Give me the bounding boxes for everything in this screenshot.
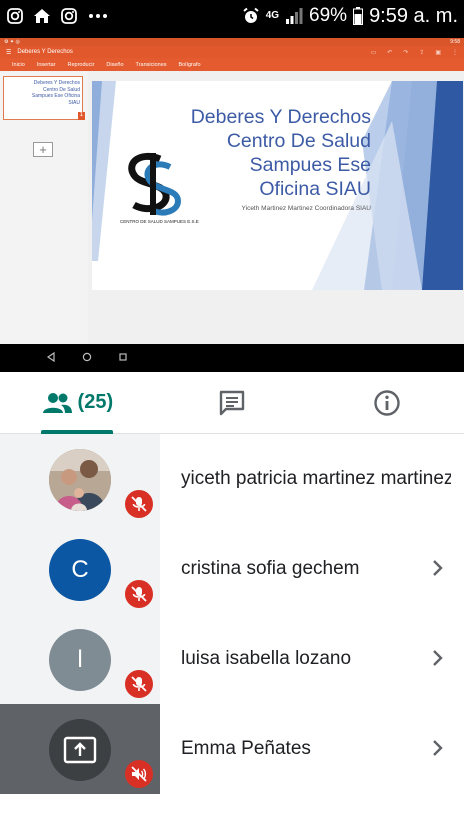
alarm-icon <box>242 7 260 25</box>
slide-title: Deberes Y Derechos Centro De Salud Sampu… <box>191 105 371 201</box>
more-icon <box>87 7 109 25</box>
menu-transiciones: Transiciones <box>135 61 167 68</box>
hamburger-icon: ☰ <box>6 49 12 56</box>
home-icon <box>33 7 51 25</box>
shared-navbar <box>0 344 464 372</box>
slide-subtitle: Yiceth Martinez Martinez Coordinadora SI… <box>241 205 371 212</box>
muted-mic-icon <box>123 488 155 520</box>
mini-time: 9:58 <box>450 39 460 45</box>
slide-canvas: Deberes Y Derechos Centro De Salud Sampu… <box>0 71 464 344</box>
muted-audio-icon <box>123 758 155 790</box>
slide-title-line: Oficina SIAU <box>259 178 371 200</box>
instagram-icon <box>6 7 24 25</box>
mini-status-bar: ⚙ ✦ ◎ 9:58 <box>0 38 464 46</box>
battery-icon <box>353 7 364 25</box>
app-title-bar: ☰ Deberes Y Derechos ▭ ↶ ↷ ⇪ ▣ ⋮ <box>0 46 464 58</box>
participant-row[interactable]: Emma Peñates <box>0 704 464 794</box>
add-slide-icon: + <box>33 142 53 157</box>
signal-icon <box>285 7 303 25</box>
slide-title-line: Sampues Ese <box>249 154 371 176</box>
chevron-right-icon[interactable] <box>428 738 448 758</box>
thumbnail-number: 1 <box>77 112 85 120</box>
health-center-logo <box>128 152 182 216</box>
tab-info[interactable] <box>309 372 464 433</box>
chevron-right-icon[interactable] <box>428 558 448 578</box>
participant-name: Emma Peñates <box>181 738 311 759</box>
status-bar: 4G 69% 9:59 a. m. <box>0 0 464 32</box>
avatar-initial: C <box>71 556 89 583</box>
tab-chat[interactable] <box>155 372 310 433</box>
slide-thumbnail-column: Deberes Y Derechos Centro De Salud Sampu… <box>0 71 88 344</box>
menu-insertar: Insertar <box>36 61 56 68</box>
participant-name: yiceth patricia martinez martinez <box>181 468 451 489</box>
avatar: C <box>49 539 111 601</box>
participants-list: yiceth patricia martinez martinez C cris… <box>0 434 464 794</box>
meeting-tabs: (25) <box>0 372 464 434</box>
avatar-initial: l <box>77 646 83 673</box>
people-icon <box>42 392 72 413</box>
home-nav-icon <box>82 349 92 367</box>
participant-row[interactable]: C cristina sofia gechem <box>0 524 464 614</box>
info-icon <box>373 389 400 416</box>
menu-diseno: Diseño <box>106 61 124 68</box>
menu-inicio: Inicio <box>12 61 25 68</box>
menu-reproducir: Reproducir <box>67 61 95 68</box>
participant-row[interactable]: yiceth patricia martinez martinez <box>0 434 464 524</box>
muted-mic-icon <box>123 578 155 610</box>
avatar: l <box>49 629 111 691</box>
instagram-icon <box>60 7 78 25</box>
thumbnail-text: Deberes Y Derechos Centro De Salud Sampu… <box>31 80 80 106</box>
network-type: 4G <box>265 10 280 21</box>
photo-avatar <box>49 449 111 511</box>
present-screen-icon <box>63 736 97 764</box>
app-bar-icons: ▭ ↶ ↷ ⇪ ▣ ⋮ <box>370 49 458 56</box>
slide-title-line: Centro De Salud <box>226 130 371 152</box>
slide-title-line: Deberes Y Derechos <box>190 106 371 128</box>
participant-count: (25) <box>77 391 114 413</box>
slide: Deberes Y Derechos Centro De Salud Sampu… <box>92 81 463 290</box>
mini-status-icons: ⚙ ✦ ◎ <box>4 39 20 45</box>
ribbon-menu: Inicio Insertar Reproducir Diseño Transi… <box>0 58 464 71</box>
avatar <box>49 449 111 511</box>
menu-boligrafo: Bolígrafo <box>178 61 201 68</box>
logo-caption: CENTRO DE SALUD SAMPUES E.S.E <box>120 219 199 224</box>
muted-mic-icon <box>123 668 155 700</box>
chat-icon <box>219 390 245 415</box>
participant-name: luisa isabella lozano <box>181 648 352 669</box>
slide-thumbnail: Deberes Y Derechos Centro De Salud Sampu… <box>3 76 85 120</box>
recents-nav-icon <box>118 349 128 367</box>
back-nav-icon <box>46 349 56 367</box>
avatar <box>49 719 111 781</box>
participant-row[interactable]: l luisa isabella lozano <box>0 614 464 704</box>
app-title: Deberes Y Derechos <box>17 49 73 55</box>
battery-percent: 69% <box>309 5 348 26</box>
tab-people[interactable]: (25) <box>0 372 155 434</box>
participant-name: cristina sofia gechem <box>181 558 360 579</box>
presentation-view: ⚙ ✦ ◎ 9:58 ☰ Deberes Y Derechos ▭ ↶ ↷ ⇪ ▣ ⋮ I… <box>0 38 464 344</box>
chevron-right-icon[interactable] <box>428 648 448 668</box>
shared-screen[interactable]: ⚙ ✦ ◎ 9:58 ☰ Deberes Y Derechos ▭ ↶ ↷ ⇪ ▣ ⋮ I… <box>0 32 464 372</box>
clock: 9:59 a. m. <box>369 4 458 27</box>
